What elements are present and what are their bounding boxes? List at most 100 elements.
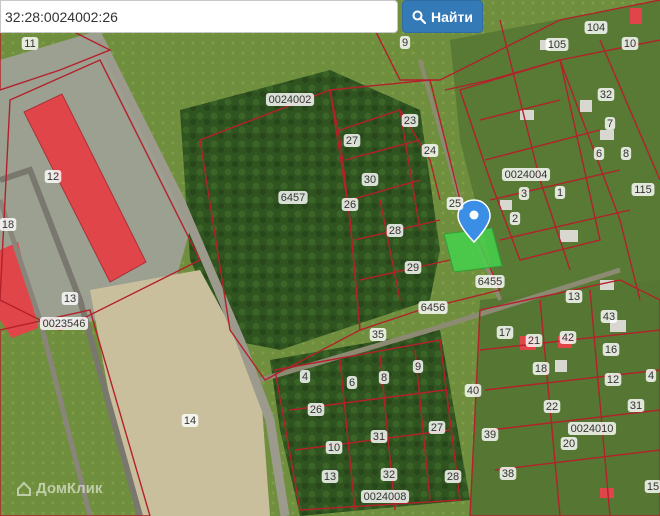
svg-text:27: 27	[346, 135, 358, 147]
parcel-label: 10	[325, 441, 343, 454]
svg-text:13: 13	[568, 291, 580, 303]
svg-text:39: 39	[484, 429, 496, 441]
parcel-label: 6457	[278, 191, 308, 204]
svg-text:22: 22	[546, 401, 558, 413]
parcel-label: 115	[631, 183, 655, 196]
parcel-label: 31	[370, 430, 388, 443]
parcel-label: 8	[378, 371, 390, 384]
parcel-label: 32	[597, 88, 615, 101]
svg-text:0024010: 0024010	[571, 423, 614, 435]
parcel-label: 2	[509, 212, 521, 225]
parcel-label: 6	[346, 376, 358, 389]
parcel-label: 17	[496, 326, 514, 339]
quarter-label: 0024004	[501, 168, 551, 181]
svg-text:1: 1	[557, 187, 563, 199]
parcel-label: 12	[604, 373, 622, 386]
parcel-label: 104	[584, 21, 608, 34]
parcel-label: 9	[399, 36, 411, 49]
search-button[interactable]: Найти	[402, 0, 483, 33]
svg-text:38: 38	[502, 468, 514, 480]
svg-text:9: 9	[415, 361, 421, 373]
parcel-label: 23	[401, 114, 419, 127]
quarter-label: 0024002	[265, 93, 315, 106]
svg-text:28: 28	[389, 225, 401, 237]
svg-text:32: 32	[600, 89, 612, 101]
map-view[interactable]: 0024002002400400235460024010002400811121…	[0, 0, 660, 516]
parcel-label: 11	[21, 37, 39, 50]
svg-text:0024008: 0024008	[364, 491, 407, 503]
parcel-label: 15	[644, 480, 660, 493]
quarter-label: 0024010	[567, 422, 617, 435]
svg-text:115: 115	[634, 184, 652, 196]
svg-text:12: 12	[47, 171, 59, 183]
parcel-label: 13	[565, 290, 583, 303]
parcel-label: 27	[343, 134, 361, 147]
parcel-label: 32	[380, 468, 398, 481]
parcel-label: 31	[627, 399, 645, 412]
parcel-label: 39	[481, 428, 499, 441]
svg-text:8: 8	[381, 372, 387, 384]
svg-text:15: 15	[647, 481, 659, 493]
svg-text:104: 104	[587, 22, 605, 34]
svg-text:17: 17	[499, 327, 511, 339]
svg-text:6: 6	[349, 377, 355, 389]
parcel-label: 13	[61, 292, 79, 305]
svg-text:9: 9	[402, 37, 408, 49]
svg-text:40: 40	[467, 385, 479, 397]
cadastral-search-input[interactable]	[5, 1, 391, 32]
svg-text:6456: 6456	[421, 302, 445, 314]
svg-text:6455: 6455	[478, 276, 502, 288]
parcel-label: 28	[444, 470, 462, 483]
svg-text:30: 30	[364, 174, 376, 186]
parcel-label: 35	[369, 328, 387, 341]
parcel-label: 24	[421, 144, 439, 157]
svg-text:20: 20	[563, 438, 575, 450]
svg-text:4: 4	[302, 371, 308, 383]
parcel-label: 18	[532, 362, 550, 375]
parcel-label: 3	[518, 187, 530, 200]
parcel-label: 21	[525, 334, 543, 347]
svg-text:10: 10	[328, 442, 340, 454]
svg-text:31: 31	[373, 431, 385, 443]
parcel-label: 26	[307, 403, 325, 416]
svg-text:42: 42	[562, 332, 574, 344]
quarter-label: 0023546	[39, 317, 89, 330]
svg-text:105: 105	[548, 39, 566, 51]
parcel-label: 6	[593, 147, 605, 160]
svg-text:7: 7	[607, 118, 613, 130]
svg-text:14: 14	[184, 415, 196, 427]
svg-text:16: 16	[605, 344, 617, 356]
svg-text:13: 13	[64, 293, 76, 305]
svg-text:24: 24	[424, 145, 436, 157]
parcel-label: 8	[620, 147, 632, 160]
svg-text:18: 18	[535, 363, 547, 375]
parcel-label: 6455	[475, 275, 505, 288]
house-logo-icon	[17, 481, 31, 496]
parcel-label: 9	[412, 360, 424, 373]
parcel-label: 1	[554, 186, 566, 199]
parcel-label: 20	[560, 437, 578, 450]
village-area	[470, 280, 660, 516]
svg-text:12: 12	[607, 374, 619, 386]
parcel-label: 26	[341, 198, 359, 211]
svg-text:35: 35	[372, 329, 384, 341]
svg-text:8: 8	[623, 148, 629, 160]
svg-text:23: 23	[404, 115, 416, 127]
svg-text:21: 21	[528, 335, 540, 347]
search-icon	[412, 10, 427, 24]
svg-text:0024002: 0024002	[269, 94, 312, 106]
parcel-label: 40	[464, 384, 482, 397]
parcel-label: 22	[543, 400, 561, 413]
svg-text:25: 25	[449, 198, 461, 210]
parcel-label: 18	[0, 218, 17, 231]
parcel-label: 27	[428, 421, 446, 434]
search-button-label: Найти	[431, 8, 473, 25]
parcel-label: 4	[299, 370, 311, 383]
svg-text:0023546: 0023546	[43, 318, 86, 330]
parcel-label: 14	[181, 414, 199, 427]
svg-text:0024004: 0024004	[505, 169, 548, 181]
svg-text:10: 10	[624, 38, 636, 50]
parcel-label: 10	[621, 37, 639, 50]
parcel-label: 12	[44, 170, 62, 183]
parcel-label: 28	[386, 224, 404, 237]
